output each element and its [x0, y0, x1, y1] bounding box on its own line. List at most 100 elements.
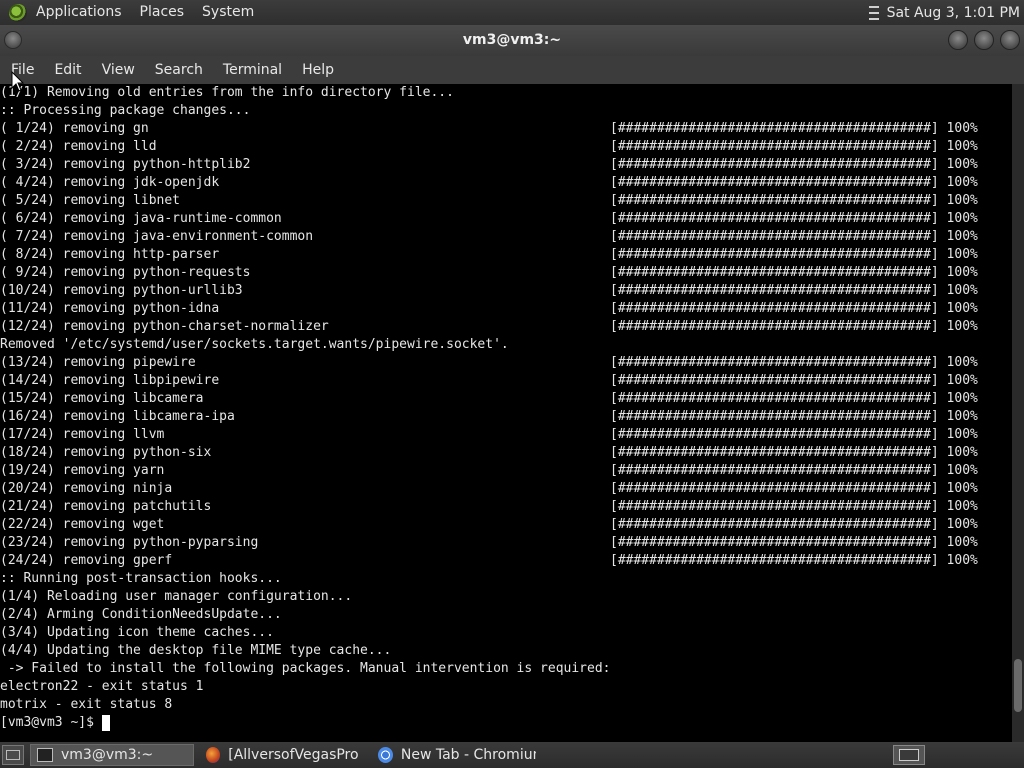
terminal-line: :: Running post-transaction hooks...	[0, 570, 1012, 588]
line-text: ( 2/24) removing lld	[0, 139, 157, 154]
workspace-switcher[interactable]	[893, 745, 925, 765]
line-text: (1/4) Reloading user manager configurati…	[0, 589, 353, 604]
terminal-line: (17/24) removing llvm [##################…	[0, 426, 1012, 444]
places-menu[interactable]: Places	[131, 0, 194, 25]
line-text: -> Failed to install the following packa…	[0, 661, 611, 676]
line-text: ( 4/24) removing jdk-openjdk	[0, 175, 220, 190]
progress-bar-text: [#######################################…	[610, 175, 978, 190]
terminal-line: electron22 - exit status 1	[0, 678, 1012, 696]
terminal-line: (4/4) Updating the desktop file MIME typ…	[0, 642, 1012, 660]
window-title: vm3@vm3:~	[462, 32, 562, 48]
terminal-line: (15/24) removing libcamera [#############…	[0, 390, 1012, 408]
taskbar-item-chromium[interactable]: New Tab - Chromium	[372, 744, 542, 766]
line-text: ( 7/24) removing java-environment-common	[0, 229, 314, 244]
progress-bar-text: [#######################################…	[610, 211, 978, 226]
firefox-icon	[206, 747, 221, 763]
minimize-button[interactable]	[948, 30, 968, 50]
line-text: ( 3/24) removing python-httplib2	[0, 157, 251, 172]
line-text: motrix - exit status 8	[0, 697, 173, 712]
chromium-icon	[378, 747, 393, 763]
maximize-button[interactable]	[974, 30, 994, 50]
line-text: (18/24) removing python-six	[0, 445, 212, 460]
line-text: ( 1/24) removing gn	[0, 121, 149, 136]
top-panel: Applications Places System Sat Aug 3, 1:…	[0, 0, 1024, 25]
terminal-line: (22/24) removing wget [##################…	[0, 516, 1012, 534]
terminal-output[interactable]: (1/1) Removing old entries from the info…	[0, 84, 1012, 742]
progress-bar-text: [#######################################…	[610, 157, 978, 172]
terminal-line: ( 2/24) removing lld [###################…	[0, 138, 1012, 156]
terminal-line: (19/24) removing yarn [##################…	[0, 462, 1012, 480]
terminal-line: ( 1/24) removing gn [####################…	[0, 120, 1012, 138]
line-text: (12/24) removing python-charset-normaliz…	[0, 319, 329, 334]
line-text: (21/24) removing patchutils	[0, 499, 212, 514]
progress-bar-text: [#######################################…	[610, 139, 978, 154]
taskbar-item-terminal[interactable]: vm3@vm3:~	[30, 744, 194, 766]
terminal-line: Removed '/etc/systemd/user/sockets.targe…	[0, 336, 1012, 354]
taskbar-label: New Tab - Chromium	[400, 747, 536, 763]
line-text: (23/24) removing python-pyparsing	[0, 535, 259, 550]
progress-bar-text: [#######################################…	[610, 445, 978, 460]
network-icon[interactable]	[868, 5, 879, 20]
line-text: (2/4) Arming ConditionNeedsUpdate...	[0, 607, 282, 622]
line-text: (1/1) Removing old entries from the info…	[0, 85, 454, 100]
line-text: (13/24) removing pipewire	[0, 355, 196, 370]
scrollbar-thumb[interactable]	[1014, 659, 1022, 712]
progress-bar-text: [#######################################…	[610, 427, 978, 442]
terminal-line: motrix - exit status 8	[0, 696, 1012, 714]
terminal-line: (1/4) Reloading user manager configurati…	[0, 588, 1012, 606]
terminal-line: (16/24) removing libcamera-ipa [#########…	[0, 408, 1012, 426]
show-desktop-button[interactable]	[2, 745, 24, 765]
terminal-line: ( 9/24) removing python-requests [#######…	[0, 264, 1012, 282]
terminal-line: (1/1) Removing old entries from the info…	[0, 84, 1012, 102]
prompt-text: [vm3@vm3 ~]$	[0, 715, 102, 730]
line-text: (19/24) removing yarn	[0, 463, 165, 478]
progress-bar-text: [#######################################…	[610, 463, 978, 478]
text-cursor	[101, 715, 110, 731]
progress-bar-text: [#######################################…	[610, 301, 978, 316]
menu-edit[interactable]: Edit	[44, 56, 91, 84]
terminal-line: (24/24) removing gperf [#################…	[0, 552, 1012, 570]
terminal-icon	[37, 748, 53, 762]
progress-bar-text: [#######################################…	[610, 553, 978, 568]
progress-bar-text: [#######################################…	[610, 283, 978, 298]
prompt-line[interactable]: [vm3@vm3 ~]$	[0, 714, 1012, 732]
taskbar-item-firefox[interactable]: [AllversofVegasPro ...	[200, 744, 366, 766]
line-text: (10/24) removing python-urllib3	[0, 283, 243, 298]
line-text: (20/24) removing ninja	[0, 481, 173, 496]
line-text: (14/24) removing libpipewire	[0, 373, 220, 388]
terminal-scrollbar[interactable]	[1012, 84, 1024, 742]
terminal-line: ( 4/24) removing jdk-openjdk [###########…	[0, 174, 1012, 192]
line-text: (11/24) removing python-idna	[0, 301, 220, 316]
clock[interactable]: Sat Aug 3, 1:01 PM	[887, 5, 1020, 21]
system-menu[interactable]: System	[193, 0, 263, 25]
line-text: :: Processing package changes...	[0, 103, 251, 118]
progress-bar-text: [#######################################…	[610, 481, 978, 496]
distro-logo-icon[interactable]	[9, 3, 27, 22]
terminal-line: (20/24) removing ninja [#################…	[0, 480, 1012, 498]
window-title-bar[interactable]: vm3@vm3:~	[0, 25, 1024, 56]
taskbar-label: vm3@vm3:~	[61, 747, 154, 763]
progress-bar-text: [#######################################…	[610, 193, 978, 208]
line-text: ( 9/24) removing python-requests	[0, 265, 251, 280]
line-text: (3/4) Updating icon theme caches...	[0, 625, 274, 640]
terminal-line: (3/4) Updating icon theme caches...	[0, 624, 1012, 642]
menu-help[interactable]: Help	[292, 56, 344, 84]
menu-terminal[interactable]: Terminal	[213, 56, 292, 84]
line-text: ( 5/24) removing libnet	[0, 193, 181, 208]
menu-view[interactable]: View	[92, 56, 145, 84]
close-button[interactable]	[1000, 30, 1020, 50]
menu-search[interactable]: Search	[145, 56, 213, 84]
progress-bar-text: [#######################################…	[610, 499, 978, 514]
line-text: electron22 - exit status 1	[0, 679, 204, 694]
terminal-line: ( 3/24) removing python-httplib2 [#######…	[0, 156, 1012, 174]
line-text: (17/24) removing llvm	[0, 427, 165, 442]
terminal-line: ( 8/24) removing http-parser [###########…	[0, 246, 1012, 264]
terminal-line: (2/4) Arming ConditionNeedsUpdate...	[0, 606, 1012, 624]
progress-bar-text: [#######################################…	[610, 121, 978, 136]
menubar: File Edit View Search Terminal Help	[0, 56, 1024, 84]
terminal-line: -> Failed to install the following packa…	[0, 660, 1012, 678]
applications-menu[interactable]: Applications	[27, 0, 131, 25]
line-text: (16/24) removing libcamera-ipa	[0, 409, 235, 424]
terminal-line: (21/24) removing patchutils [############…	[0, 498, 1012, 516]
line-text: (24/24) removing gperf	[0, 553, 173, 568]
